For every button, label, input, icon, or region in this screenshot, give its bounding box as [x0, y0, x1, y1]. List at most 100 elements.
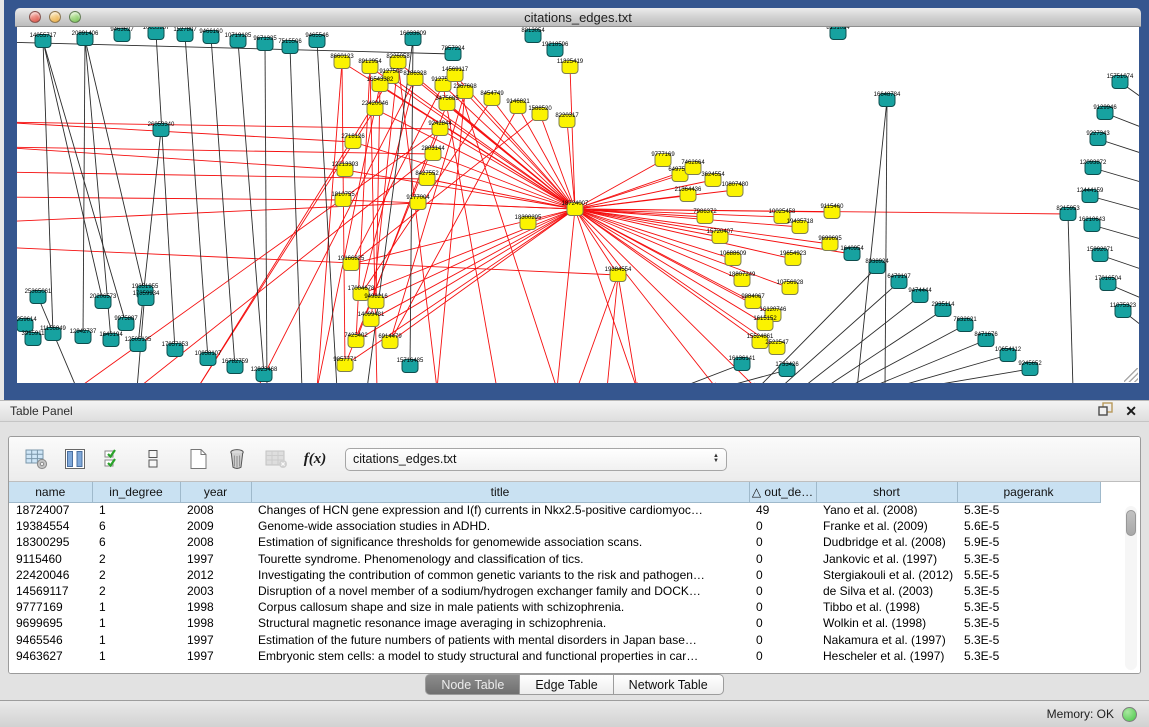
- network-node[interactable]: 9671335: [253, 36, 277, 51]
- tab-node-table[interactable]: Node Table: [425, 674, 520, 695]
- network-node[interactable]: 7986372: [693, 209, 717, 224]
- network-node[interactable]: 8151034: [826, 27, 850, 40]
- row-height-button[interactable]: [140, 446, 166, 472]
- network-node[interactable]: 20206573: [90, 294, 117, 309]
- close-panel-icon[interactable]: ✕: [1125, 404, 1137, 418]
- network-node[interactable]: 8226058: [386, 54, 410, 69]
- network-node[interactable]: 7515506: [278, 39, 302, 54]
- network-node[interactable]: 10958107: [195, 351, 222, 366]
- network-node[interactable]: 9466160: [199, 29, 223, 44]
- network-node[interactable]: 2718126: [341, 134, 365, 149]
- network-node[interactable]: 18300295: [515, 215, 542, 230]
- minimize-window-button[interactable]: [49, 11, 61, 23]
- network-node[interactable]: 8220317: [555, 113, 579, 128]
- tab-network-table[interactable]: Network Table: [614, 674, 724, 695]
- network-node[interactable]: 9975887: [114, 316, 138, 331]
- network-node[interactable]: 1643194: [99, 332, 123, 347]
- network-node[interactable]: 15720407: [707, 229, 734, 244]
- table-row[interactable]: 946554611997Estimation of the future num…: [9, 632, 1100, 648]
- network-node[interactable]: 16136141: [729, 356, 756, 371]
- network-node[interactable]: 15716485: [397, 358, 424, 373]
- network-node[interactable]: 1527807: [173, 27, 197, 42]
- network-node[interactable]: 12444159: [1077, 188, 1104, 203]
- table-selector-dropdown[interactable]: citations_edges.txt ▲ ▼: [345, 448, 727, 471]
- tab-edge-table[interactable]: Edge Table: [520, 674, 613, 695]
- network-node[interactable]: 9227343: [1086, 131, 1110, 146]
- delete-table-button-disabled[interactable]: [263, 446, 289, 472]
- scrollbar-thumb[interactable]: [1126, 510, 1136, 536]
- delete-column-button[interactable]: [224, 446, 250, 472]
- column-visibility-button[interactable]: [62, 446, 88, 472]
- network-node[interactable]: 7857224: [441, 46, 465, 61]
- network-node[interactable]: 2522547: [765, 340, 789, 355]
- network-node[interactable]: 10807480: [722, 182, 749, 197]
- network-node[interactable]: 16033809: [400, 31, 427, 46]
- column-header-out_de[interactable]: △ out_de…: [749, 482, 816, 502]
- network-node[interactable]: 10756928: [777, 280, 804, 295]
- column-header-in_degree[interactable]: in_degree: [92, 482, 180, 502]
- network-node[interactable]: 9498216: [364, 294, 388, 309]
- network-node[interactable]: 8813054: [521, 28, 545, 43]
- network-node[interactable]: 9857771: [333, 357, 357, 372]
- network-node[interactable]: 8454749: [480, 91, 504, 106]
- network-node[interactable]: 20891406: [72, 31, 99, 46]
- network-node[interactable]: 2803144: [421, 146, 445, 161]
- resize-grip-icon[interactable]: [1124, 368, 1138, 382]
- network-node[interactable]: 12505135: [125, 337, 152, 352]
- table-row[interactable]: 946362711997Embryonic stem cells: a mode…: [9, 648, 1100, 664]
- network-node[interactable]: 17359934: [133, 291, 160, 306]
- network-node[interactable]: 9699695: [818, 236, 842, 251]
- table-row[interactable]: 1938455462009Genome-wide association stu…: [9, 518, 1100, 534]
- table-row[interactable]: 1456911722003Disruption of a novel membe…: [9, 583, 1100, 599]
- network-node[interactable]: 11075323: [1110, 303, 1137, 318]
- network-node[interactable]: 9245652: [1018, 361, 1042, 376]
- network-node[interactable]: 19654923: [780, 251, 807, 266]
- network-node[interactable]: 8471676: [974, 332, 998, 347]
- network-node[interactable]: 10655287: [143, 27, 170, 40]
- table-row[interactable]: 1830029562008Estimation of significance …: [9, 534, 1100, 550]
- network-node[interactable]: 18807249: [729, 272, 756, 287]
- table-row[interactable]: 2242004622012Investigating the contribut…: [9, 567, 1100, 583]
- network-node[interactable]: 11325419: [557, 59, 584, 74]
- network-node[interactable]: 1810755: [331, 192, 355, 207]
- network-node[interactable]: 19218596: [542, 42, 569, 57]
- network-node[interactable]: 1640954: [840, 246, 864, 261]
- network-node[interactable]: 16782759: [222, 359, 249, 374]
- network-node[interactable]: 10654112: [995, 347, 1022, 362]
- network-node[interactable]: 17957253: [162, 342, 189, 357]
- network-canvas[interactable]: 1872400718300295977716964975687462664362…: [17, 27, 1139, 383]
- network-node[interactable]: 16210643: [1079, 217, 1106, 232]
- table-row[interactable]: 977716911998Corpus callosum shape and si…: [9, 599, 1100, 615]
- network-node[interactable]: 6479197: [887, 274, 911, 289]
- network-node[interactable]: 10719185: [225, 33, 252, 48]
- memory-indicator[interactable]: [1122, 707, 1137, 722]
- network-node[interactable]: 3475685: [435, 96, 459, 111]
- network-node[interactable]: 9463627: [110, 27, 134, 42]
- network-node[interactable]: 9777169: [651, 152, 675, 167]
- network-node[interactable]: 12923468: [251, 367, 278, 382]
- network-node[interactable]: 3915911: [22, 331, 46, 346]
- vertical-scrollbar[interactable]: [1125, 506, 1137, 670]
- network-node[interactable]: 22420046: [362, 101, 389, 116]
- create-column-button[interactable]: [185, 446, 211, 472]
- column-header-name[interactable]: name: [9, 482, 92, 502]
- network-node[interactable]: 1588520: [528, 106, 552, 121]
- network-node[interactable]: 8660123: [330, 54, 354, 69]
- float-panel-icon[interactable]: [1098, 402, 1113, 420]
- table-row[interactable]: 911546021997Tourette syndrome. Phenomeno…: [9, 551, 1100, 567]
- network-node[interactable]: 9146821: [506, 99, 530, 114]
- network-node[interactable]: 7425402: [344, 333, 368, 348]
- select-columns-button[interactable]: [101, 446, 127, 472]
- network-node[interactable]: 15992071: [1087, 247, 1114, 262]
- network-node[interactable]: 9177004: [406, 195, 430, 210]
- network-node[interactable]: 7632621: [953, 317, 977, 332]
- column-header-short[interactable]: short: [816, 482, 957, 502]
- zoom-window-button[interactable]: [69, 11, 81, 23]
- column-header-title[interactable]: title: [251, 482, 749, 502]
- close-window-button[interactable]: [29, 11, 41, 23]
- function-builder-button[interactable]: f(x): [302, 446, 328, 472]
- network-node[interactable]: 26053340: [148, 122, 175, 137]
- network-node[interactable]: 16648784: [874, 92, 901, 107]
- network-node[interactable]: 15751074: [1107, 74, 1134, 89]
- network-node[interactable]: 2935114: [932, 302, 956, 317]
